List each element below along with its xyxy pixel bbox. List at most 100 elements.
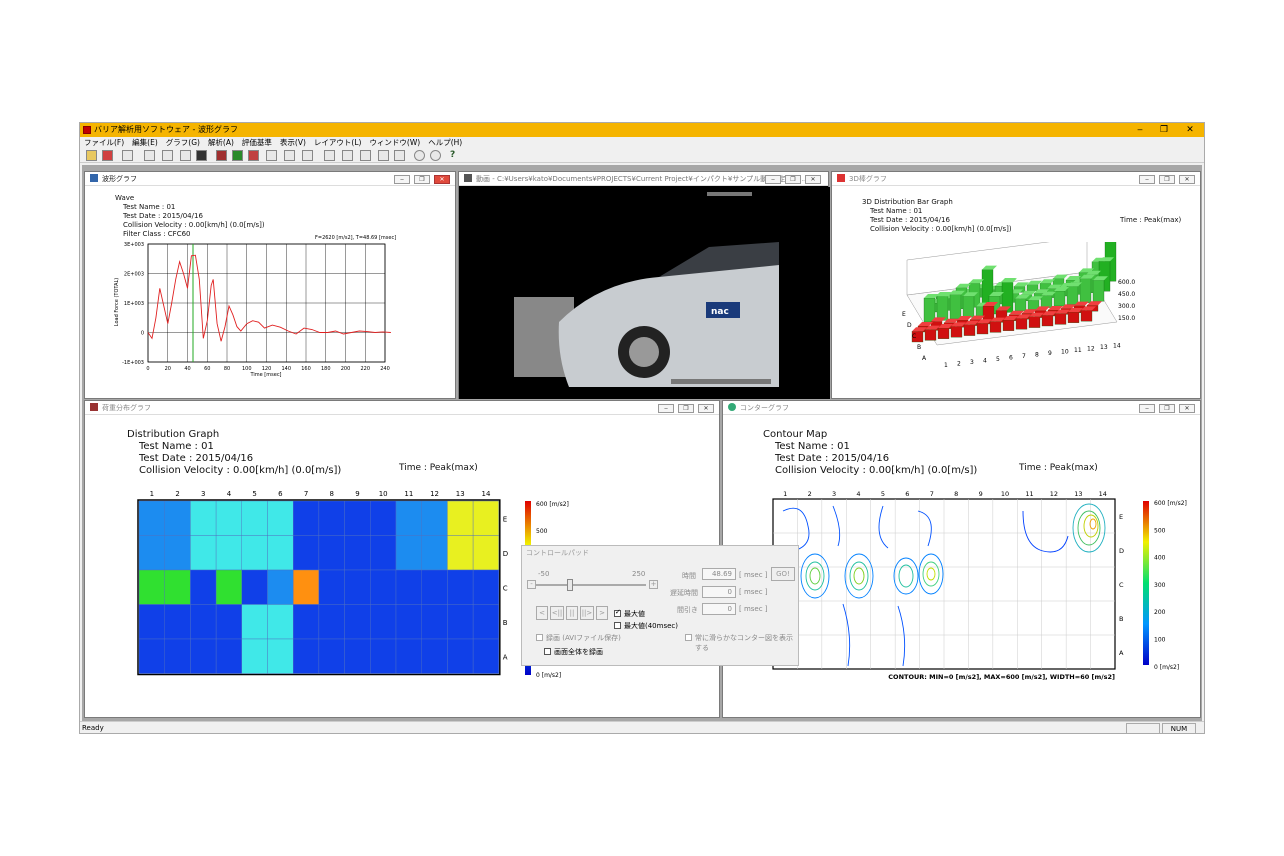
menu-analysis[interactable]: 解析(A) bbox=[204, 137, 238, 148]
menu-edit[interactable]: 編集(E) bbox=[128, 137, 162, 148]
wave-info: Wave Test Name : 01 Test Date : 2015/04/… bbox=[115, 194, 265, 239]
analysis-icon-5[interactable] bbox=[394, 150, 405, 161]
analysis-icon-3[interactable] bbox=[360, 150, 371, 161]
toolbar: ? bbox=[80, 148, 1204, 163]
fullscreen-checkbox[interactable] bbox=[544, 648, 551, 655]
split-icon[interactable] bbox=[284, 150, 295, 161]
wave-restore-icon[interactable]: ❐ bbox=[414, 175, 430, 184]
step-back-button[interactable]: < bbox=[536, 606, 548, 620]
menu-criteria[interactable]: 評価基準 bbox=[238, 137, 276, 148]
dist-cell bbox=[241, 500, 268, 536]
dist-window-titlebar: 荷重分布グラフ ‒ ❐ ✕ bbox=[85, 401, 719, 415]
new-icon[interactable] bbox=[144, 150, 155, 161]
print-icon[interactable] bbox=[122, 150, 133, 161]
contour-graph-icon[interactable] bbox=[232, 150, 243, 161]
dist-cell bbox=[344, 500, 371, 536]
record-icon-2[interactable] bbox=[430, 150, 441, 161]
dist-cell bbox=[138, 569, 165, 605]
dist-info: Distribution Graph Test Name : 01 Test D… bbox=[127, 429, 341, 477]
save-icon[interactable] bbox=[180, 150, 191, 161]
wave-ytick: -1E+003 bbox=[122, 360, 144, 366]
restore-icon[interactable]: ❐ bbox=[1154, 123, 1174, 137]
dist-row-labels: E D C B A bbox=[503, 515, 508, 661]
dist-cell bbox=[138, 535, 165, 571]
wave-window-icon bbox=[90, 174, 98, 182]
menu-help[interactable]: ヘルプ(H) bbox=[424, 137, 466, 148]
max40-checkbox[interactable] bbox=[614, 622, 621, 629]
bar3d-row-label: A bbox=[922, 355, 927, 362]
slider-decrement-button[interactable]: - bbox=[527, 580, 536, 589]
max-checkbox[interactable] bbox=[614, 608, 621, 617]
contour-row-label: C bbox=[1119, 581, 1124, 589]
smooth-checkbox[interactable] bbox=[685, 634, 692, 641]
bar3d-minimize-icon[interactable]: ‒ bbox=[1139, 175, 1155, 184]
open-icon[interactable] bbox=[86, 150, 97, 161]
wave-table-icon[interactable] bbox=[302, 150, 313, 161]
menu-window[interactable]: ウィンドウ(W) bbox=[365, 137, 424, 148]
copy-icon[interactable] bbox=[162, 150, 173, 161]
delay-unit: [ msec ] bbox=[739, 588, 768, 596]
wave-xtick: 80 bbox=[224, 366, 230, 372]
time-slider-thumb[interactable] bbox=[567, 579, 573, 591]
contour-close-icon[interactable]: ✕ bbox=[1179, 404, 1195, 413]
analysis-icon-2[interactable] bbox=[342, 150, 353, 161]
time-input[interactable]: 48.69 bbox=[702, 568, 736, 580]
dist-cell bbox=[215, 569, 243, 605]
menu-view[interactable]: 表示(V) bbox=[276, 137, 310, 148]
last-frame-button[interactable]: ||> bbox=[580, 606, 594, 620]
video-close-icon[interactable]: ✕ bbox=[805, 175, 821, 184]
thin-input[interactable]: 0 bbox=[702, 603, 736, 615]
analysis-icon-1[interactable] bbox=[324, 150, 335, 161]
delay-input[interactable]: 0 bbox=[702, 586, 736, 598]
video-restore-icon[interactable]: ❐ bbox=[785, 175, 801, 184]
menu-graph[interactable]: グラフ(G) bbox=[162, 137, 204, 148]
bar3d-row-label: B bbox=[917, 344, 921, 351]
bar3d-close-icon[interactable]: ✕ bbox=[1179, 175, 1195, 184]
distribution-graph-icon[interactable] bbox=[216, 150, 227, 161]
minimize-icon[interactable]: ‒ bbox=[1130, 123, 1150, 137]
bar3d-bar bbox=[924, 329, 937, 341]
analysis-icon-4[interactable] bbox=[378, 150, 389, 161]
dist-close-icon[interactable]: ✕ bbox=[698, 404, 714, 413]
record-icon-1[interactable] bbox=[414, 150, 425, 161]
menu-layout[interactable]: レイアウト(L) bbox=[310, 137, 366, 148]
open-project-icon[interactable] bbox=[102, 150, 113, 161]
help-icon[interactable]: ? bbox=[450, 150, 461, 161]
bar3d-velocity: Collision Velocity : 0.00[km/h] (0.0[m/s… bbox=[870, 225, 1012, 233]
bar3d-graph-icon[interactable] bbox=[248, 150, 259, 161]
step-forward-button[interactable]: > bbox=[596, 606, 608, 620]
bar3d-test-date: Test Date : 2015/04/16 bbox=[870, 216, 950, 224]
dist-cell bbox=[421, 638, 448, 674]
dist-cell bbox=[267, 638, 294, 674]
menu-file[interactable]: ファイル(F) bbox=[80, 137, 128, 148]
wave-graph-icon[interactable] bbox=[266, 150, 277, 161]
contour-minimize-icon[interactable]: ‒ bbox=[1139, 404, 1155, 413]
first-frame-button[interactable]: <|| bbox=[550, 606, 564, 620]
video-minimize-icon[interactable]: ‒ bbox=[765, 175, 781, 184]
contour-col-label: 7 bbox=[930, 490, 934, 498]
contour-restore-icon[interactable]: ❐ bbox=[1159, 404, 1175, 413]
go-button[interactable]: GO! bbox=[771, 567, 795, 581]
grid-icon[interactable] bbox=[196, 150, 207, 161]
dist-row-label: D bbox=[503, 550, 508, 558]
dist-minimize-icon[interactable]: ‒ bbox=[658, 404, 674, 413]
close-icon[interactable]: ✕ bbox=[1180, 123, 1200, 137]
bar3d-bar bbox=[1040, 295, 1053, 308]
wave-minimize-icon[interactable]: ‒ bbox=[394, 175, 410, 184]
slider-increment-button[interactable]: + bbox=[649, 580, 658, 589]
dist-cell bbox=[447, 638, 474, 674]
wave-close-icon[interactable]: ✕ bbox=[434, 175, 450, 184]
wave-window-titlebar: 波形グラフ ‒ ❐ ✕ bbox=[85, 172, 455, 186]
time-slider[interactable] bbox=[536, 584, 646, 586]
dist-cell bbox=[472, 535, 500, 571]
dist-cell bbox=[267, 535, 294, 571]
dist-cell bbox=[447, 569, 474, 605]
pause-button[interactable]: || bbox=[566, 606, 578, 620]
max-label: 最大値 bbox=[624, 610, 645, 618]
record-checkbox[interactable] bbox=[536, 634, 543, 641]
bar3d-restore-icon[interactable]: ❐ bbox=[1159, 175, 1175, 184]
dist-time: Time : Peak(max) bbox=[399, 463, 478, 473]
dist-heatmap bbox=[137, 499, 501, 676]
dist-restore-icon[interactable]: ❐ bbox=[678, 404, 694, 413]
bar3d-col-label: 7 bbox=[1022, 353, 1026, 360]
